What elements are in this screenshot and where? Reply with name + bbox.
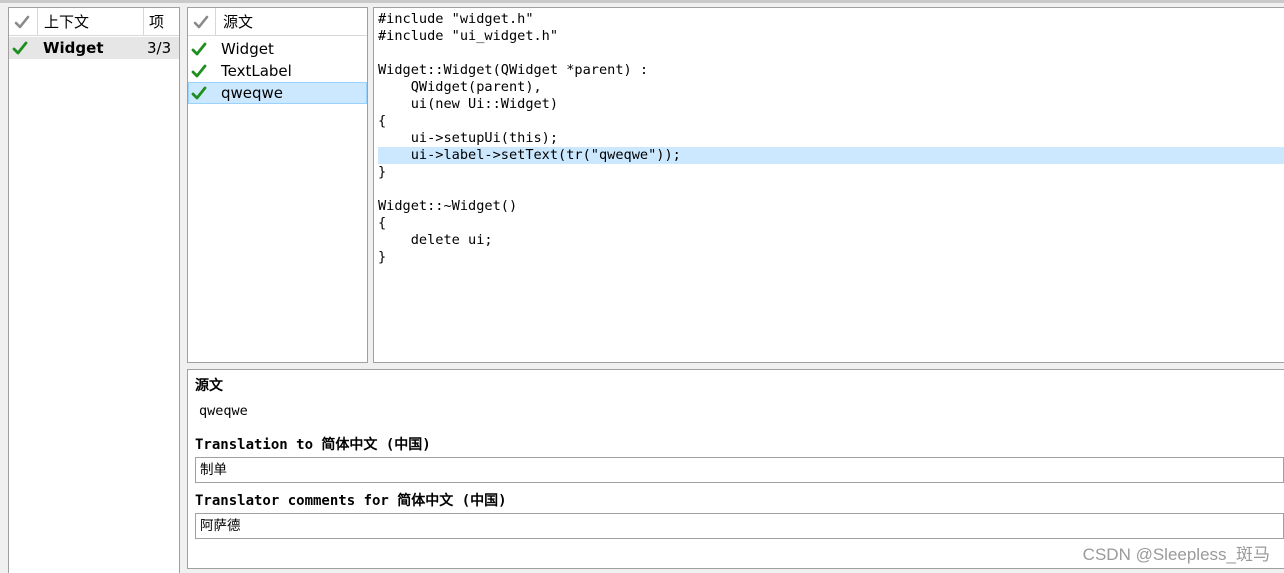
- source-header-label: 源文: [223, 13, 254, 31]
- context-name: Widget: [43, 39, 104, 57]
- translation-label: Translation to 简体中文 (中国): [195, 437, 431, 453]
- code-line-highlighted: ui->label->setText(tr("qweqwe"));: [378, 147, 1284, 164]
- window-top-edge: [0, 0, 1284, 3]
- items-column-header[interactable]: 项: [144, 8, 179, 36]
- source-row[interactable]: TextLabel: [188, 60, 367, 82]
- code-line: Widget::Widget(QWidget *parent) :: [378, 62, 649, 78]
- source-column-header[interactable]: 源文: [216, 8, 367, 36]
- code-line: {: [378, 113, 387, 129]
- gray-check-icon: [14, 14, 30, 30]
- code-line: ui->setupUi(this);: [378, 130, 559, 146]
- source-status-header[interactable]: [188, 8, 216, 36]
- source-text-value: qweqwe: [199, 403, 248, 419]
- context-list[interactable]: 上下文 项 Widget 3/3: [8, 7, 180, 573]
- items-header-label: 项: [149, 13, 165, 31]
- source-row[interactable]: Widget: [188, 38, 367, 60]
- source-text-label: 源文: [195, 378, 223, 394]
- context-row-widget[interactable]: Widget 3/3: [9, 37, 179, 59]
- translation-field[interactable]: 制单: [195, 457, 1284, 483]
- source-text: Widget: [221, 40, 274, 58]
- source-code-view[interactable]: #include "widget.h" #include "ui_widget.…: [373, 7, 1284, 363]
- code-line: }: [378, 164, 387, 180]
- context-status-header[interactable]: [9, 8, 38, 36]
- context-column-header[interactable]: 上下文: [38, 8, 144, 36]
- source-list[interactable]: 源文 Widget TextLabel qweqwe: [187, 7, 368, 363]
- gray-check-icon: [193, 14, 209, 30]
- green-check-icon: [12, 40, 28, 56]
- code-line: QWidget(parent),: [378, 79, 542, 95]
- source-text: TextLabel: [221, 62, 292, 80]
- translation-editor: 源文 qweqwe Translation to 简体中文 (中国) 制单 Tr…: [187, 369, 1284, 569]
- code-line: ui(new Ui::Widget): [378, 96, 559, 112]
- comments-label: Translator comments for 简体中文 (中国): [195, 493, 507, 509]
- code-line: Widget::~Widget(): [378, 198, 518, 214]
- code-line: }: [378, 249, 387, 265]
- code-line: {: [378, 215, 387, 231]
- green-check-icon: [191, 85, 207, 101]
- context-items-count: 3/3: [147, 39, 172, 57]
- code-line: delete ui;: [378, 232, 493, 248]
- green-check-icon: [191, 63, 207, 79]
- comments-field[interactable]: 阿萨德: [195, 513, 1284, 539]
- green-check-icon: [191, 41, 207, 57]
- code-line: #include "widget.h": [378, 11, 534, 27]
- source-row-selected[interactable]: qweqwe: [188, 82, 367, 104]
- code-line: #include "ui_widget.h": [378, 28, 559, 44]
- source-text: qweqwe: [221, 84, 284, 102]
- context-header-label: 上下文: [44, 13, 90, 31]
- watermark: CSDN @Sleepless_斑马: [1082, 545, 1270, 564]
